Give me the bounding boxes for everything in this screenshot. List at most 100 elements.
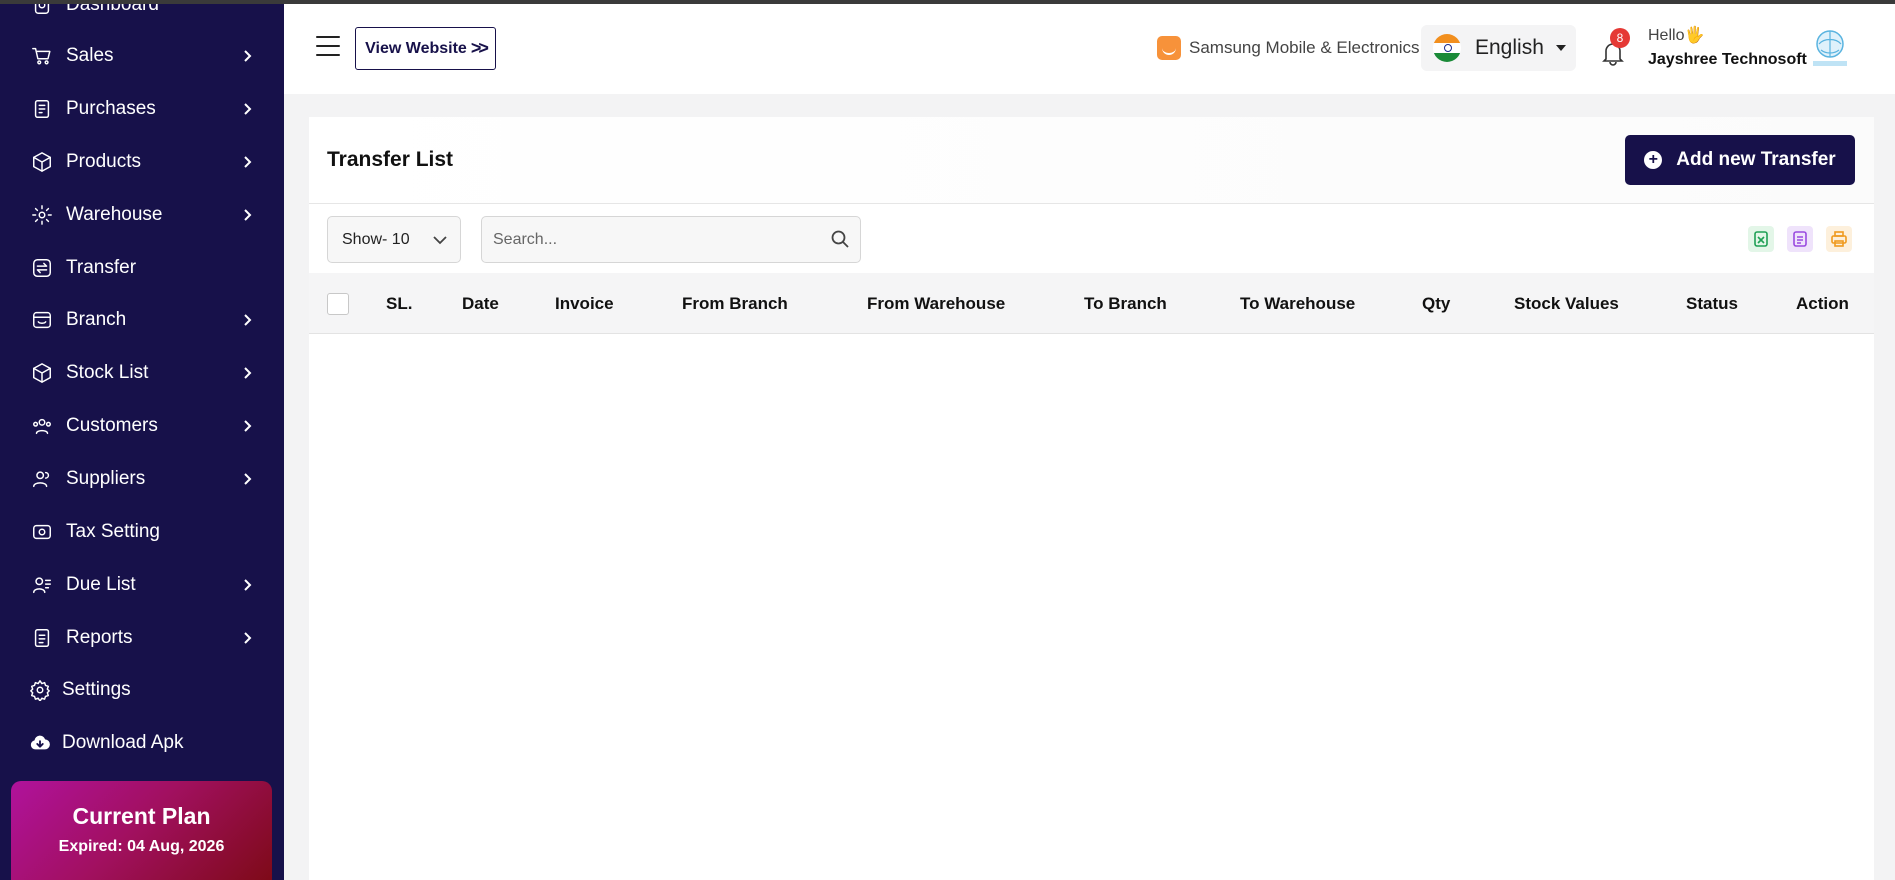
chevron-right-icon bbox=[238, 629, 256, 647]
shop-selector[interactable]: Samsung Mobile & Electronics bbox=[1157, 36, 1420, 60]
sidebar-item-warehouse[interactable]: Warehouse bbox=[0, 193, 284, 237]
customers-icon bbox=[30, 414, 54, 438]
sidebar-item-stock-list[interactable]: Stock List bbox=[0, 351, 284, 395]
due-list-icon bbox=[30, 573, 54, 597]
column-header-status[interactable]: Status bbox=[1686, 294, 1738, 314]
chevron-right-icon bbox=[238, 100, 256, 118]
export-excel-icon[interactable] bbox=[1748, 226, 1774, 252]
search-box bbox=[481, 216, 861, 263]
stock-icon bbox=[30, 361, 54, 385]
view-website-button[interactable]: View Website >> bbox=[355, 27, 496, 70]
sidebar-item-label: Tax Setting bbox=[66, 521, 160, 542]
chevron-right-icon bbox=[238, 153, 256, 171]
sidebar-item-label: Customers bbox=[66, 415, 158, 436]
sidebar-item-customers[interactable]: Customers bbox=[0, 404, 284, 448]
view-website-label: View Website bbox=[365, 39, 467, 57]
sidebar-item-due-list[interactable]: Due List bbox=[0, 563, 284, 607]
receipt-icon bbox=[30, 97, 54, 121]
column-header-date[interactable]: Date bbox=[462, 294, 499, 314]
chevron-down-icon bbox=[433, 236, 447, 245]
greeting: Hello🖐 bbox=[1648, 27, 1705, 44]
plan-title: Current Plan bbox=[72, 803, 211, 829]
branch-icon bbox=[30, 308, 54, 332]
sidebar-item-label: Transfer bbox=[66, 257, 137, 278]
column-header-from-branch[interactable]: From Branch bbox=[682, 294, 788, 314]
select-all-checkbox[interactable] bbox=[327, 293, 349, 315]
print-icon[interactable] bbox=[1826, 226, 1852, 252]
sidebar-item-label: Download Apk bbox=[62, 732, 184, 753]
sidebar-item-tax-setting[interactable]: Tax Setting bbox=[0, 510, 284, 554]
add-transfer-label: Add new Transfer bbox=[1676, 149, 1836, 170]
column-header-action[interactable]: Action bbox=[1796, 294, 1849, 314]
menu-toggle-icon[interactable] bbox=[316, 36, 340, 58]
avatar[interactable] bbox=[1809, 26, 1851, 70]
transfer-icon bbox=[30, 256, 54, 280]
top-header: View Website >> Samsung Mobile & Electro… bbox=[284, 4, 1895, 94]
table-header: SL. Date Invoice From Branch From Wareho… bbox=[309, 273, 1874, 334]
sidebar-item-reports[interactable]: Reports bbox=[0, 616, 284, 660]
language-label: English bbox=[1475, 36, 1544, 59]
column-header-from-warehouse[interactable]: From Warehouse bbox=[867, 294, 1005, 314]
card-header: Transfer List + Add new Transfer bbox=[309, 117, 1874, 204]
sidebar-item-purchases[interactable]: Purchases bbox=[0, 87, 284, 131]
sidebar: Dashboard Sales Purchases Products Wareh… bbox=[0, 0, 284, 880]
sidebar-item-label: Due List bbox=[66, 574, 136, 595]
tax-icon bbox=[30, 520, 54, 544]
reports-icon bbox=[30, 626, 54, 650]
search-icon[interactable] bbox=[830, 229, 850, 249]
page-size-select[interactable]: Show- 10 bbox=[327, 216, 461, 263]
column-header-stock-values[interactable]: Stock Values bbox=[1514, 294, 1619, 314]
sidebar-item-products[interactable]: Products bbox=[0, 140, 284, 184]
sidebar-item-label: Stock List bbox=[66, 362, 149, 383]
caret-down-icon bbox=[1555, 45, 1566, 51]
gear-icon bbox=[28, 678, 52, 702]
chevron-right-icon bbox=[238, 311, 256, 329]
column-header-to-branch[interactable]: To Branch bbox=[1084, 294, 1167, 314]
notification-badge: 8 bbox=[1610, 28, 1630, 48]
table-body bbox=[309, 335, 1874, 880]
column-header-sl[interactable]: SL. bbox=[386, 294, 412, 314]
search-input[interactable] bbox=[482, 217, 812, 262]
sidebar-item-label: Warehouse bbox=[66, 204, 163, 225]
shop-name: Samsung Mobile & Electronics bbox=[1189, 38, 1420, 57]
sidebar-item-branch[interactable]: Branch bbox=[0, 298, 284, 342]
shop-icon bbox=[1157, 36, 1181, 60]
warehouse-icon bbox=[30, 203, 54, 227]
chevron-right-icon bbox=[238, 47, 256, 65]
page-size-label: Show- 10 bbox=[342, 230, 410, 248]
current-plan-card[interactable]: Current Plan Expired: 04 Aug, 2026 bbox=[11, 781, 272, 880]
add-new-transfer-button[interactable]: + Add new Transfer bbox=[1625, 135, 1855, 185]
sidebar-item-settings[interactable]: Settings bbox=[0, 668, 284, 712]
sidebar-item-label: Settings bbox=[62, 679, 131, 700]
box-icon bbox=[30, 150, 54, 174]
sidebar-item-suppliers[interactable]: Suppliers bbox=[0, 457, 284, 501]
page-title: Transfer List bbox=[327, 148, 454, 171]
export-csv-icon[interactable] bbox=[1787, 226, 1813, 252]
user-name: Jayshree Technosoft bbox=[1648, 51, 1807, 68]
sidebar-item-download-apk[interactable]: Download Apk bbox=[0, 721, 284, 765]
top-border bbox=[0, 0, 1895, 4]
suppliers-icon bbox=[30, 467, 54, 491]
cart-icon bbox=[30, 44, 54, 68]
sidebar-item-label: Suppliers bbox=[66, 468, 146, 489]
chevron-right-icon bbox=[238, 206, 256, 224]
language-select[interactable]: English bbox=[1421, 25, 1576, 71]
india-flag-icon bbox=[1433, 34, 1461, 62]
chevron-right-icon bbox=[238, 364, 256, 382]
column-header-to-warehouse[interactable]: To Warehouse bbox=[1240, 294, 1355, 314]
sidebar-item-label: Purchases bbox=[66, 98, 156, 119]
column-header-qty[interactable]: Qty bbox=[1422, 294, 1450, 314]
column-header-invoice[interactable]: Invoice bbox=[555, 294, 614, 314]
sidebar-item-transfer[interactable]: Transfer bbox=[0, 246, 284, 290]
plan-expiry: Expired: 04 Aug, 2026 bbox=[58, 838, 225, 855]
chevron-right-icon bbox=[238, 417, 256, 435]
plus-circle-icon: + bbox=[1644, 151, 1663, 169]
transfer-list-card: Transfer List + Add new Transfer Show- 1… bbox=[309, 117, 1874, 880]
sidebar-item-dashboard[interactable]: Dashboard bbox=[0, 0, 284, 27]
chevron-right-icon bbox=[238, 470, 256, 488]
chevron-right-icon bbox=[238, 576, 256, 594]
sidebar-item-label: Reports bbox=[66, 627, 133, 648]
sidebar-item-label: Products bbox=[66, 151, 141, 172]
sidebar-item-sales[interactable]: Sales bbox=[0, 34, 284, 78]
sidebar-item-label: Branch bbox=[66, 309, 127, 330]
